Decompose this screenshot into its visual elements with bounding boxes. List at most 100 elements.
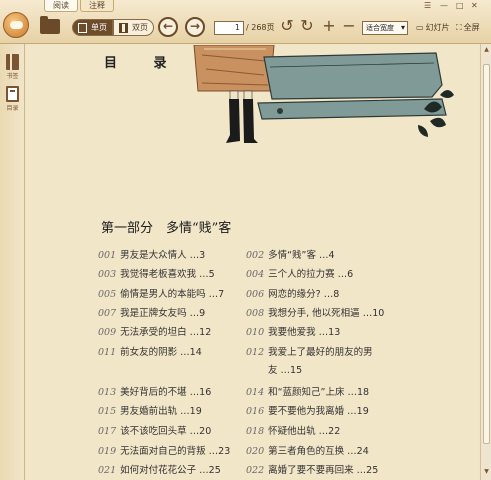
toc-entry-title: 网恋的缘分? …8 [268,289,340,300]
toc-entry-title: 第三者角色的互换 …24 [268,446,369,457]
toc-entry-title: 如何对付花花公子 …25 [120,465,221,476]
toc-entry[interactable]: 011 前女友的阴影 …14 [98,346,202,359]
toc-entry[interactable]: 008 我想分手, 他以死相逼 …10 [246,307,384,320]
toc-entry-number: 006 [246,289,265,300]
toc-entry-title: 无法面对自己的背叛 …23 [120,446,231,457]
toc-entry[interactable]: 012 我爱上了最好的朋友的男 [246,346,373,359]
toc-entry-title: 前女友的阴影 …14 [120,347,202,358]
prev-page-button[interactable]: ← [158,17,178,37]
toc-entry-number: 017 [98,426,117,437]
toc-entry-number: 008 [246,308,265,319]
minimize-icon[interactable]: — [440,1,448,10]
close-icon[interactable]: ✕ [471,1,478,10]
toc-entry-title: 我觉得老板喜欢我 …5 [120,269,215,280]
toc-entry[interactable]: 007 我是正牌女友吗 …9 [98,307,205,320]
toc-entry-title: 三个人的拉力赛 …6 [268,269,354,280]
rotate-left-icon[interactable]: ↺ [278,17,296,35]
toc-entry-number: 011 [98,347,117,358]
toc-entry-number: 019 [98,446,117,457]
toc-entry[interactable]: 018 怀疑他出轨 …22 [246,425,340,438]
contents-icon [6,86,19,102]
fullscreen-icon: ⛶ [456,23,462,32]
zoom-select[interactable]: 适合宽度 [362,21,408,35]
toc-entry-number: 022 [246,465,265,476]
next-page-button[interactable]: → [185,17,205,37]
toc-entry-number: 015 [98,406,117,417]
maximize-icon[interactable]: □ [456,1,464,10]
toc-entry[interactable]: 013 美好背后的不堪 …16 [98,386,211,399]
single-page-button[interactable]: 单页 [72,19,113,36]
toc-entry[interactable]: 015 男友婚前出轨 …19 [98,405,202,418]
toc-entry[interactable]: 009 无法承受的坦白 …12 [98,326,211,339]
slideshow-label: 幻灯片 [425,23,450,32]
menu-icon[interactable]: ☰ [424,1,431,10]
toc-title: 目 录 [104,56,183,71]
toc-entry-number: 012 [246,347,265,358]
open-folder-icon[interactable] [40,16,60,34]
toc-entry-title: 美好背后的不堪 …16 [120,387,212,398]
double-page-label: 双页 [132,23,148,32]
toc-entry-title: 男友是大众情人 …3 [120,250,206,261]
toc-entry-number: 013 [98,387,117,398]
toc-entry[interactable]: 017 该不该吃回头草 …20 [98,425,211,438]
double-page-button[interactable]: 双页 [113,19,154,36]
sidebar: 书签 目录 [0,44,25,480]
arrow-right-icon: → [189,19,201,33]
part-heading: 第一部分 多情“贱”客 [101,221,232,236]
toc-entry[interactable]: 001 男友是大众情人 …3 [98,249,205,262]
rotate-right-icon[interactable]: ↻ [298,17,316,35]
toc-entry-number: 004 [246,269,265,280]
zoom-in-icon[interactable]: + [320,17,338,35]
toc-entry[interactable]: 004 三个人的拉力赛 …6 [246,268,353,281]
toc-entry[interactable]: 010 我要他爱我 …13 [246,326,340,339]
toc-entry[interactable]: 014 和“蓝颜知己”上床 …18 [246,386,369,399]
toc-entry[interactable]: 016 要不要他为我离婚 …19 [246,405,369,418]
toc-entry[interactable]: 005 偷情是男人的本能吗 …7 [98,288,224,301]
toc-entry[interactable]: 019 无法面对自己的背叛 …23 [98,445,230,458]
tab-annotate[interactable]: 注释 [80,0,114,12]
toc-entry-title: 离婚了要不要再回来 …25 [268,465,379,476]
toc-entry[interactable]: 002 多情“贱”客 …4 [246,249,335,262]
vertical-scrollbar[interactable]: ▲ ▼ [480,44,491,480]
toc-entry-number: 018 [246,426,265,437]
toolbar: 阅读 注释 ☰ — □ ✕ 单页 双页 ← → 1 / 268页 ↺ ↻ + −… [0,0,491,44]
toc-entry-number: 007 [98,308,117,319]
toc-entry-title: 友 …15 [268,365,303,376]
toc-entry-number: 001 [98,250,117,261]
single-page-icon [78,23,87,33]
sidebar-item-label: 目录 [6,105,19,112]
single-page-label: 单页 [91,23,107,32]
sidebar-item-contents[interactable]: 目录 [2,86,23,112]
view-mode-toggle: 单页 双页 [72,19,154,36]
toc-entry[interactable]: 003 我觉得老板喜欢我 …5 [98,268,215,281]
page-number-input[interactable]: 1 [214,21,244,35]
toc-entry-title: 和“蓝颜知己”上床 …18 [268,387,370,398]
toc-entry-number: 014 [246,387,265,398]
toc-entry-title: 无法承受的坦白 …12 [120,327,212,338]
arrow-left-icon: ← [162,19,174,33]
toc-entry[interactable]: 006 网恋的缘分? …8 [246,288,339,301]
toc-entry-number: 021 [98,465,117,476]
toc-entry-number: 020 [246,446,265,457]
toc-entry[interactable]: 020 第三者角色的互换 …24 [246,445,369,458]
toc-entry[interactable]: 022 离婚了要不要再回来 …25 [246,464,378,477]
scroll-up-icon[interactable]: ▲ [482,46,491,55]
toc-entry[interactable]: 021 如何对付花花公子 …25 [98,464,221,477]
toc-entry-number: 003 [98,269,117,280]
app-logo-icon [3,12,29,38]
scrollbar-thumb[interactable] [483,64,490,444]
toc-entry-title: 多情“贱”客 …4 [268,250,335,261]
slideshow-icon: ▭ [416,23,424,32]
slideshow-button[interactable]: ▭ 幻灯片 [416,21,450,35]
tab-read[interactable]: 阅读 [44,0,78,12]
fullscreen-button[interactable]: ⛶ 全屏 [456,21,480,35]
bookmark-icon [6,54,19,70]
toc-entry-title: 我爱上了最好的朋友的男 [268,347,373,358]
sidebar-item-bookmarks[interactable]: 书签 [2,54,23,80]
fullscreen-label: 全屏 [463,23,480,32]
scroll-down-icon[interactable]: ▼ [482,468,491,477]
sidebar-item-label: 书签 [6,73,19,80]
zoom-out-icon[interactable]: − [340,17,358,35]
toc-entry-title: 男友婚前出轨 …19 [120,406,202,417]
toc-entry-title: 怀疑他出轨 …22 [268,426,341,437]
